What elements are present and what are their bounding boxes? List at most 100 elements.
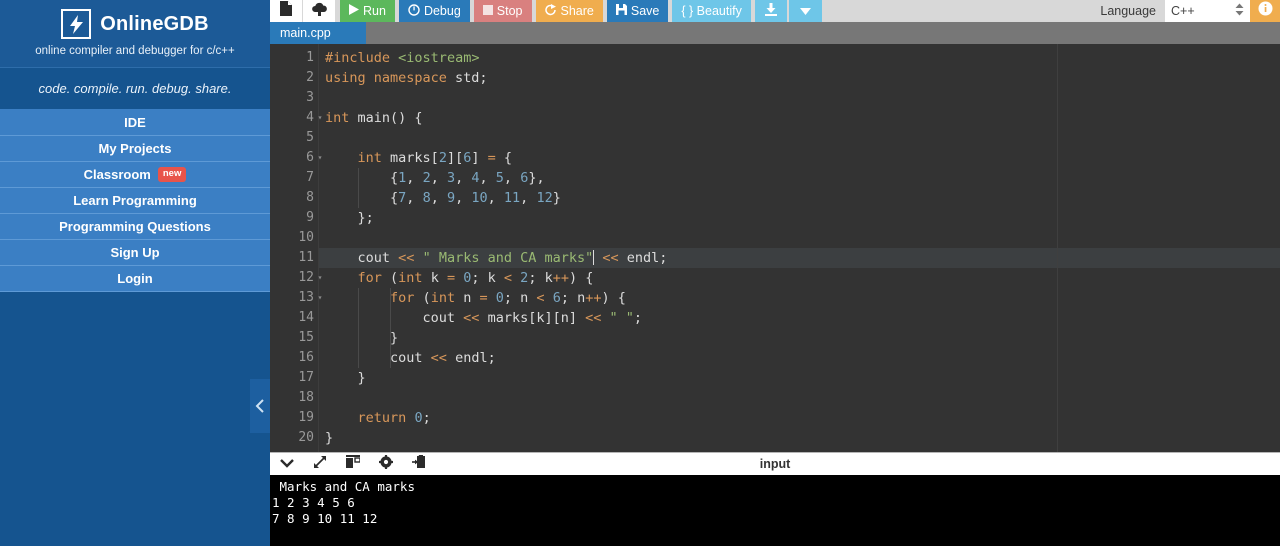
code-line[interactable]: for (int n = 0; n < 6; n++) {	[319, 288, 1280, 308]
new-file-button[interactable]	[270, 0, 303, 22]
code-token: 9	[446, 190, 456, 206]
code-line[interactable]: int marks[2][6] = {	[319, 148, 1280, 168]
code-line[interactable]: #include <iostream>	[319, 48, 1280, 68]
stdin-import-icon	[411, 454, 426, 474]
line-number: 20	[298, 430, 314, 445]
toolbar-spacer	[821, 0, 1101, 22]
sidebar-item-sign-up[interactable]: Sign Up	[0, 240, 270, 266]
code-token: }	[325, 330, 399, 346]
debug-button[interactable]: Debug	[398, 0, 470, 22]
console-toolbar: input	[270, 452, 1280, 475]
code-token: int	[398, 270, 423, 286]
run-button[interactable]: Run	[340, 0, 395, 22]
code-token: =	[487, 150, 496, 166]
code-line[interactable]	[319, 128, 1280, 148]
code-token: <<	[463, 310, 480, 326]
sidebar-item-label: My Projects	[98, 140, 172, 156]
indent-guide	[390, 348, 392, 368]
code-token: ; n	[560, 290, 586, 306]
code-token: cout	[325, 350, 431, 366]
code-token: (	[381, 270, 399, 286]
lightning-bolt-icon	[61, 9, 92, 39]
layout-toggle-button[interactable]	[336, 453, 369, 476]
caret-down-icon	[799, 4, 811, 18]
expand-console-button[interactable]	[303, 453, 336, 476]
code-content[interactable]: #include <iostream> using namespace std; i…	[318, 44, 1280, 452]
collapse-console-button[interactable]	[270, 453, 303, 476]
code-line[interactable]: }	[319, 428, 1280, 448]
indent-guide	[357, 328, 359, 348]
code-line[interactable]: }	[319, 328, 1280, 348]
code-token: " Marks and CA marks"	[422, 250, 594, 266]
layout-panel-icon	[345, 455, 361, 473]
code-line[interactable]: using namespace std;	[319, 68, 1280, 88]
code-token: (	[414, 290, 431, 306]
console-settings-button[interactable]	[369, 453, 402, 476]
code-line[interactable]: {1, 2, 3, 4, 5, 6},	[319, 168, 1280, 188]
code-line[interactable]: return 0;	[319, 408, 1280, 428]
fold-toggle-icon[interactable]: ▾	[315, 288, 325, 308]
sidebar-item-programming-questions[interactable]: Programming Questions	[0, 214, 270, 240]
sidebar-item-classroom[interactable]: Classroom new	[0, 162, 270, 188]
code-token: cout	[325, 310, 464, 326]
code-line[interactable]: cout << marks[k][n] << " ";	[319, 308, 1280, 328]
sidebar-item-learn-programming[interactable]: Learn Programming	[0, 188, 270, 214]
sidebar-item-ide[interactable]: IDE	[0, 110, 270, 136]
file-tab-main-cpp[interactable]: main.cpp	[270, 22, 366, 44]
language-select[interactable]: C++	[1165, 0, 1250, 22]
info-button[interactable]	[1250, 0, 1280, 22]
download-dropdown-button[interactable]	[788, 0, 822, 22]
code-token: ,	[455, 170, 472, 186]
console-output[interactable]: Marks and CA marks 1 2 3 4 5 6 7 8 9 10 …	[270, 475, 1280, 546]
sidebar-empty-area	[0, 292, 270, 546]
line-number: 5	[306, 130, 314, 145]
line-number: 13 ▾	[270, 288, 322, 308]
file-tab-label: main.cpp	[280, 26, 331, 40]
sidebar-item-my-projects[interactable]: My Projects	[0, 136, 270, 162]
code-line[interactable]: cout << " Marks and CA marks" << endl;	[319, 248, 1280, 268]
line-number: 6 ▾	[270, 148, 322, 168]
code-editor[interactable]: 1 2 3 4 ▾ 5 6 ▾ 7 8 9 10 11 12 ▾ 13 ▾ 14 15 16 17 18 19 20 #inc…	[270, 44, 1280, 452]
code-line[interactable]: }	[319, 368, 1280, 388]
line-number: 1	[306, 50, 314, 65]
sidebar-item-label: Login	[117, 270, 153, 286]
code-token: 0	[495, 290, 504, 306]
fold-toggle-icon[interactable]: ▾	[315, 268, 325, 288]
line-number: 16	[298, 350, 314, 365]
code-token: ,	[455, 190, 472, 206]
code-line[interactable]: int main() {	[319, 108, 1280, 128]
fold-toggle-icon[interactable]: ▾	[315, 108, 325, 128]
code-line[interactable]: {7, 8, 9, 10, 11, 12}	[319, 188, 1280, 208]
code-token: <<	[398, 250, 415, 266]
code-line[interactable]: };	[319, 208, 1280, 228]
code-line[interactable]: cout << endl;	[319, 348, 1280, 368]
code-line[interactable]	[319, 228, 1280, 248]
stop-button[interactable]: Stop	[473, 0, 532, 22]
code-line[interactable]	[319, 88, 1280, 108]
sidebar-item-label: IDE	[124, 114, 146, 130]
stop-square-icon	[482, 4, 493, 18]
brand-block[interactable]: OnlineGDB online compiler and debugger f…	[0, 0, 270, 68]
debug-label: Debug	[423, 4, 461, 18]
code-token: std;	[446, 70, 488, 86]
code-line[interactable]: for (int k = 0; k < 2; k++) {	[319, 268, 1280, 288]
code-token: n	[455, 290, 480, 306]
save-button[interactable]: Save	[606, 0, 669, 22]
sidebar-item-login[interactable]: Login	[0, 266, 270, 292]
code-token: marks[	[381, 150, 439, 166]
new-file-icon	[280, 1, 292, 21]
code-token: <	[536, 290, 545, 306]
share-button[interactable]: Share	[535, 0, 603, 22]
code-token: };	[325, 210, 374, 226]
beautify-button[interactable]: { } Beautify	[672, 0, 751, 22]
upload-project-button[interactable]	[303, 0, 336, 22]
sidebar-item-label: Sign Up	[110, 244, 160, 260]
download-button[interactable]	[754, 0, 787, 22]
fold-toggle-icon[interactable]: ▾	[315, 148, 325, 168]
sidebar-collapse-button[interactable]	[250, 379, 270, 433]
language-value: C++	[1171, 4, 1195, 18]
code-line[interactable]	[319, 388, 1280, 408]
stdin-import-button[interactable]	[402, 453, 435, 476]
